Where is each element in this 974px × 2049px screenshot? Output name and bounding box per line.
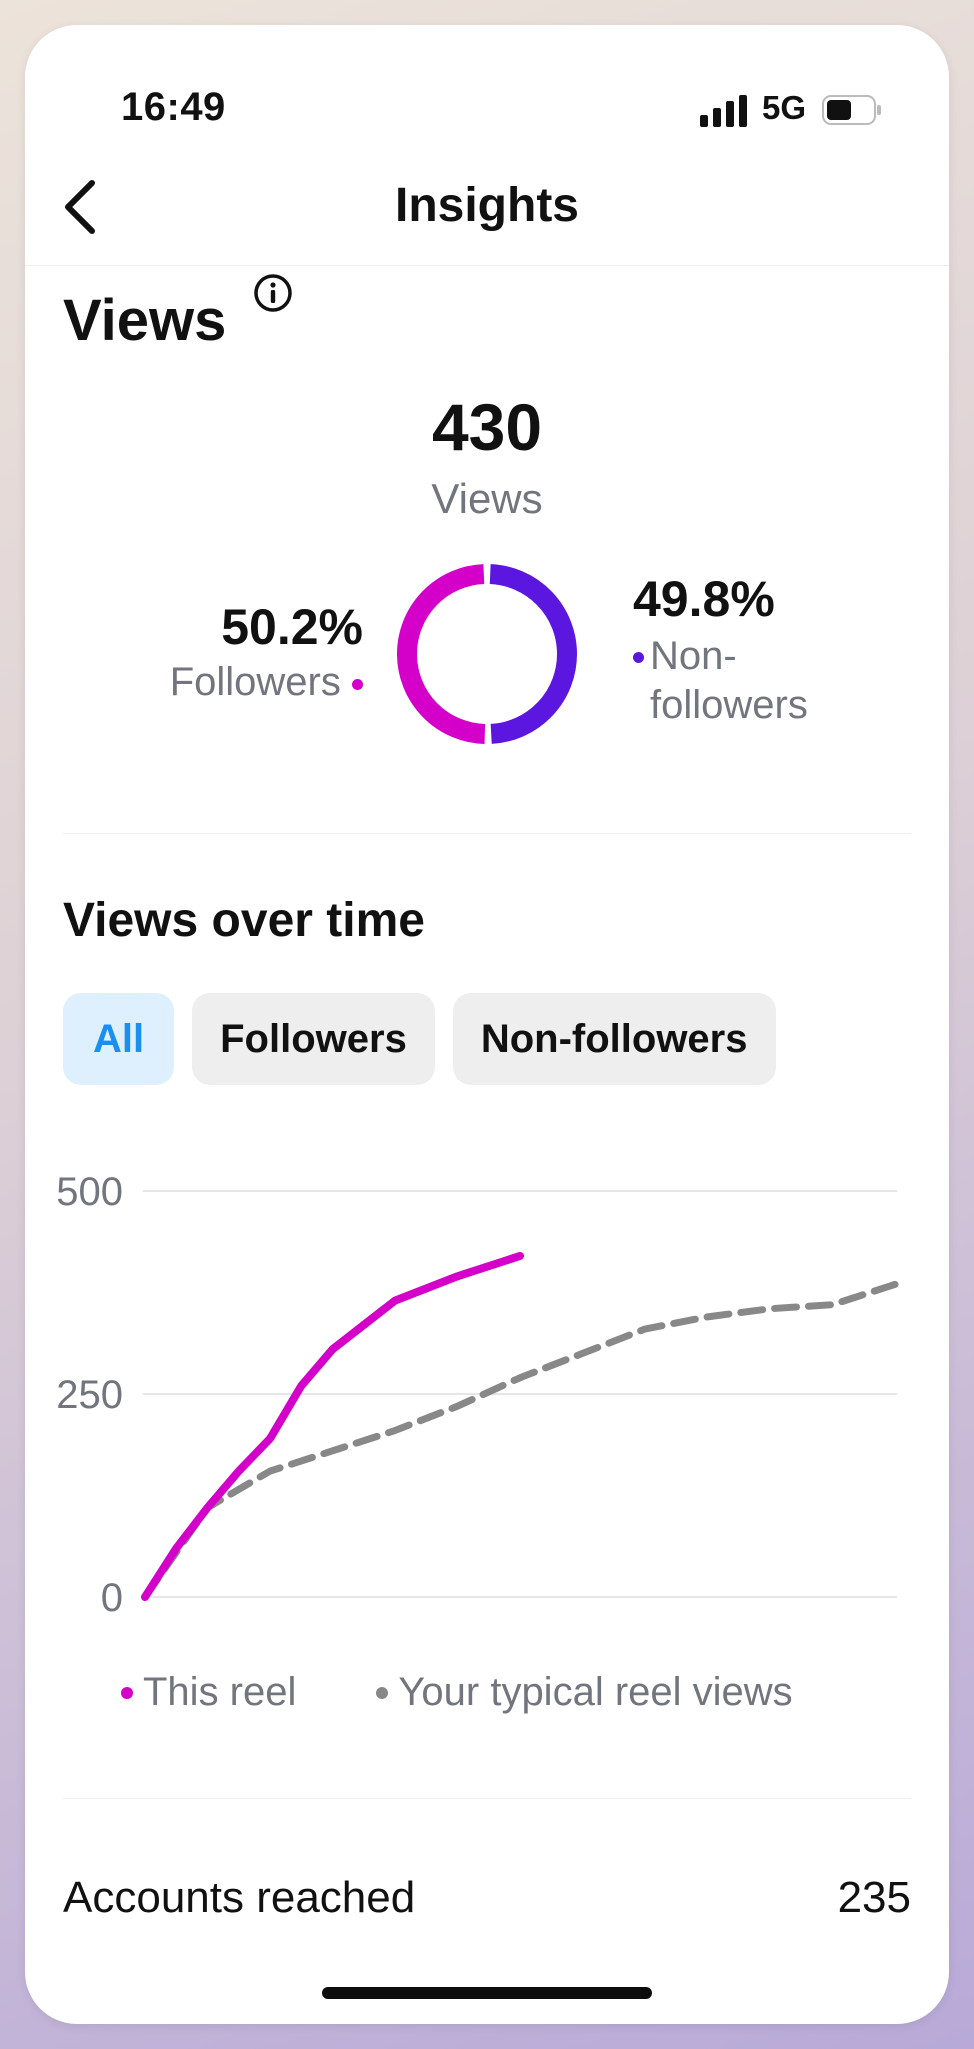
y-tick-label: 500 bbox=[56, 1170, 123, 1214]
nonfollowers-stat: 49.8% Non-followers bbox=[633, 570, 850, 730]
tab-non-followers[interactable]: Non-followers bbox=[452, 993, 776, 1085]
views-over-time-heading: Views over time bbox=[63, 894, 425, 947]
tab-followers[interactable]: Followers bbox=[192, 993, 435, 1085]
views-total: 430 bbox=[431, 390, 543, 464]
battery-icon bbox=[822, 95, 881, 125]
legend-typical-label: Your typical reel views bbox=[398, 1670, 793, 1714]
chart-legend: This reel Your typical reel views bbox=[121, 1670, 793, 1715]
status-bar: 16:49 5G bbox=[25, 25, 949, 145]
x-tick-label: 0 bbox=[143, 1622, 165, 1625]
nonfollowers-percent: 49.8% bbox=[633, 571, 775, 627]
section-divider bbox=[63, 1798, 911, 1799]
accounts-reached-label: Accounts reached bbox=[63, 1873, 416, 1922]
nonfollowers-dot bbox=[633, 652, 644, 663]
section-divider bbox=[63, 833, 911, 834]
series-line-this-reel bbox=[141, 1251, 524, 1601]
tab-all[interactable]: All bbox=[63, 993, 175, 1085]
donut-followers-segment bbox=[397, 564, 486, 744]
status-time: 16:49 bbox=[121, 85, 226, 129]
x-tick-label: 3h bbox=[498, 1622, 543, 1625]
network-type: 5G bbox=[762, 89, 807, 126]
y-tick-label: 250 bbox=[56, 1373, 123, 1417]
y-tick-label: 0 bbox=[101, 1576, 123, 1620]
home-indicator[interactable] bbox=[322, 1987, 652, 1999]
followers-stat: 50.2% Followers bbox=[170, 598, 363, 705]
views-heading: Views bbox=[63, 288, 227, 353]
info-icon[interactable] bbox=[252, 272, 294, 314]
followers-percent: 50.2% bbox=[221, 599, 363, 655]
phone-screen: 16:49 5G Insights Views 430 Views 50.2% bbox=[25, 25, 949, 2024]
signal-icon bbox=[700, 95, 747, 127]
followers-label: Followers bbox=[169, 660, 341, 704]
followers-dot bbox=[352, 678, 363, 690]
nav-bar: Insights bbox=[25, 145, 949, 266]
x-tick-label: 6h bbox=[853, 1622, 898, 1625]
donut-nonfollowers-segment bbox=[489, 564, 577, 744]
views-total-label: Views bbox=[431, 475, 543, 522]
accounts-reached-value: 235 bbox=[837, 1873, 911, 1922]
nonfollowers-label: Non-followers bbox=[650, 634, 808, 727]
legend-typical-views: Your typical reel views bbox=[376, 1670, 793, 1715]
page-title: Insights bbox=[394, 179, 579, 232]
legend-this-reel: This reel bbox=[121, 1670, 296, 1715]
legend-typical-dot bbox=[376, 1686, 389, 1699]
views-donut-chart bbox=[397, 564, 577, 744]
views-over-time-chart: 500 250 0 0 3h 6h bbox=[56, 1170, 899, 1625]
legend-this-reel-label: This reel bbox=[143, 1670, 297, 1714]
audience-filter-tabs: All Followers Non-followers bbox=[63, 993, 776, 1085]
series-line-typical-views bbox=[141, 1280, 899, 1601]
legend-this-reel-dot bbox=[121, 1686, 133, 1699]
